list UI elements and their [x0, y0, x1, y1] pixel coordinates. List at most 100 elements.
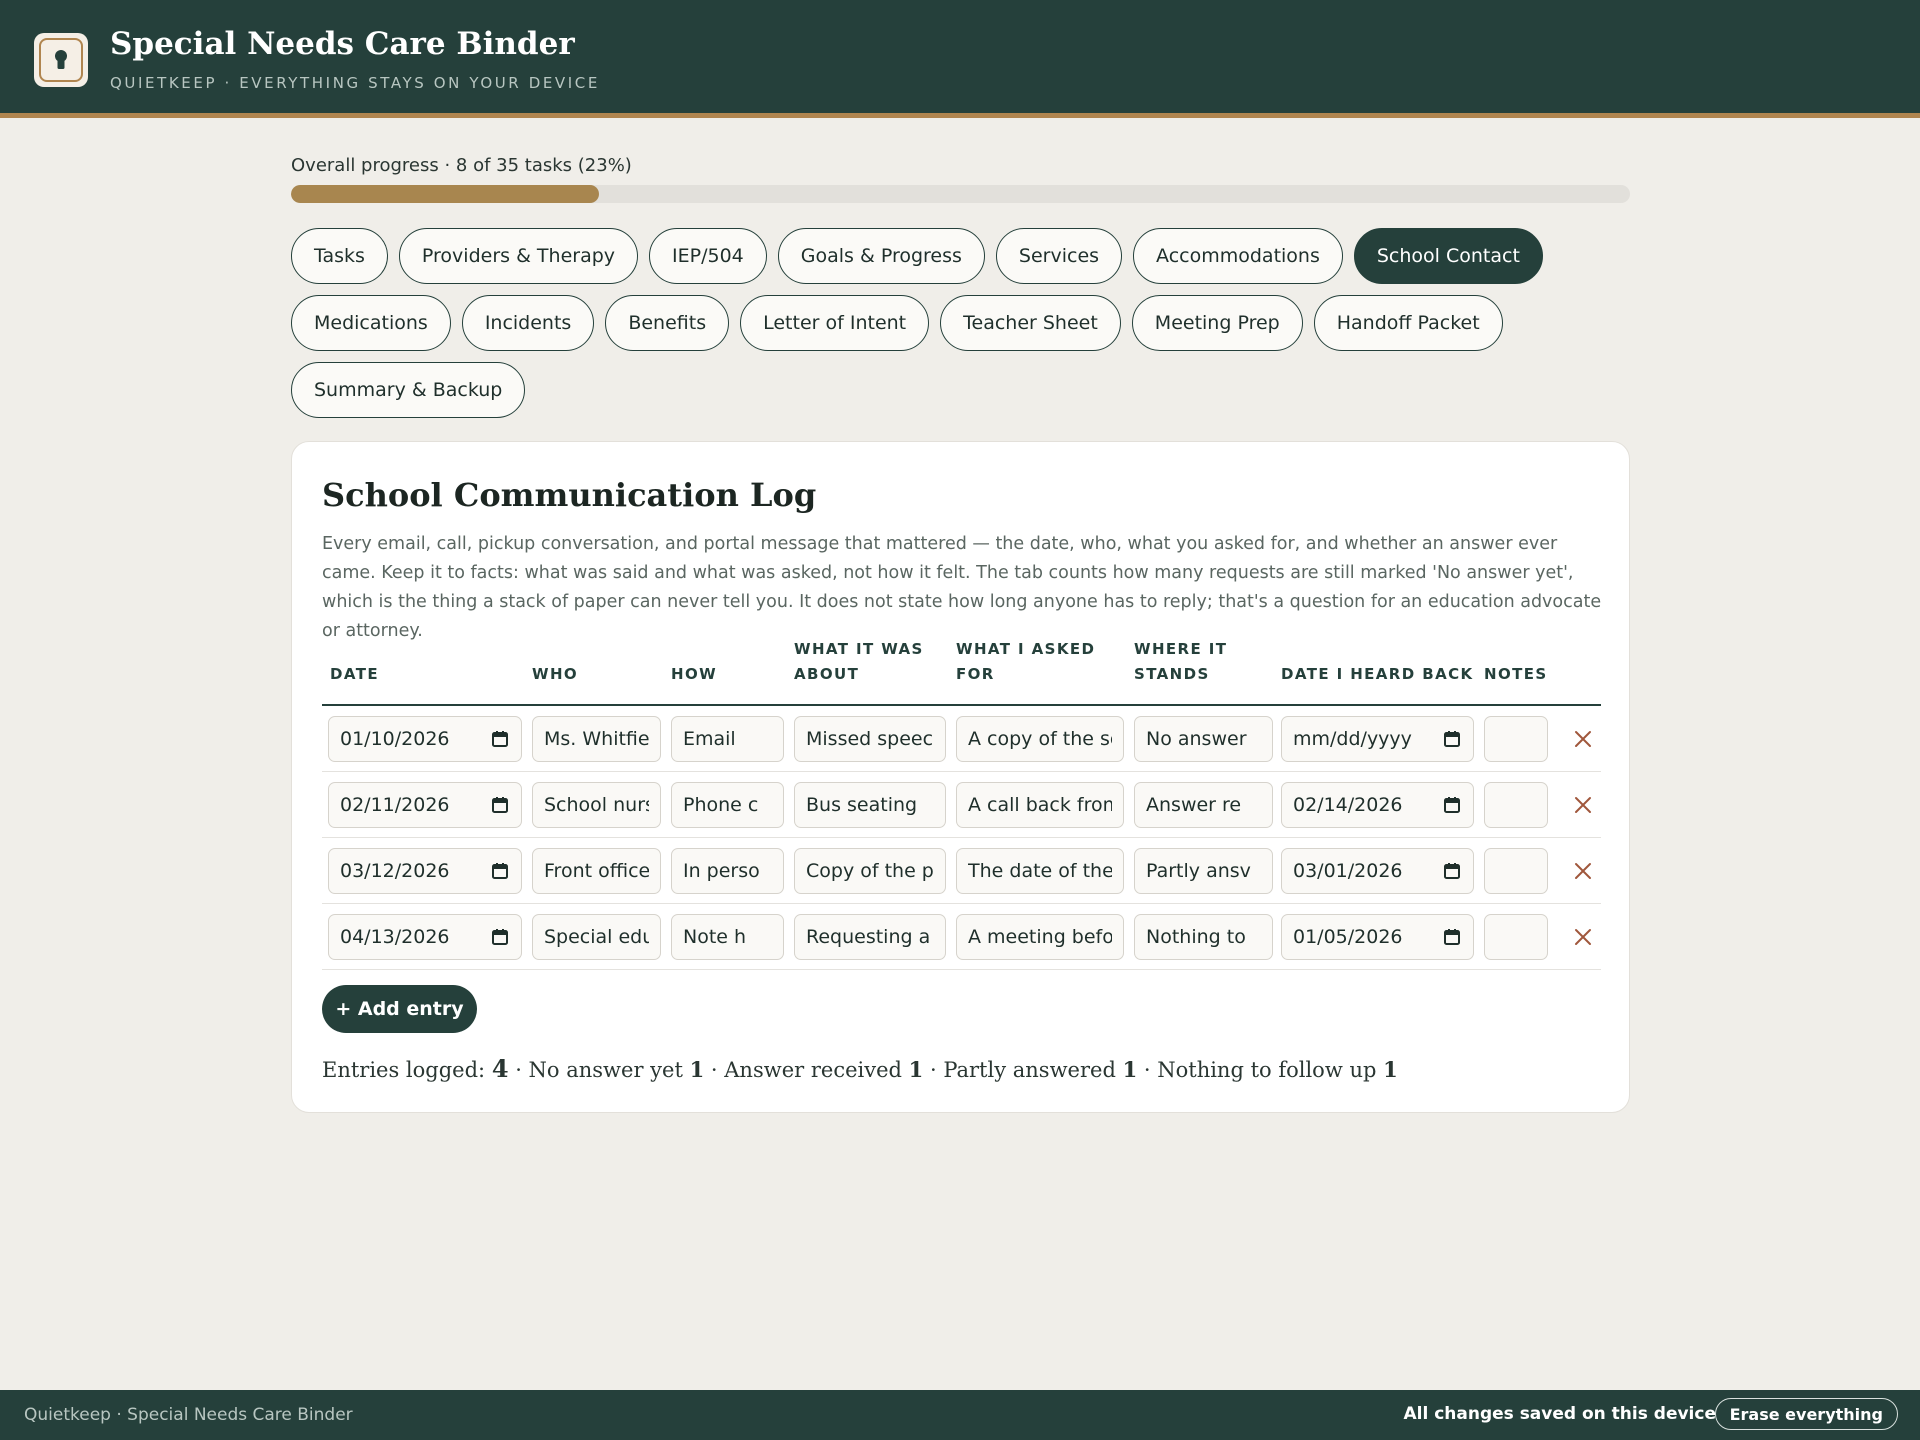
who-input[interactable]: Front office [532, 848, 661, 894]
tab-incidents[interactable]: Incidents [461, 295, 595, 351]
log-summary: Entries logged: 4 · No answer yet 1 · An… [322, 1054, 1398, 1083]
about-input-value: Copy of the pro [806, 860, 934, 882]
heard-back-date-input[interactable]: 02/14/2026 [1281, 782, 1474, 828]
tab-summary-backup[interactable]: Summary & Backup [291, 362, 526, 418]
notes-input[interactable] [1484, 782, 1548, 828]
nothing-label: Nothing to follow up [1157, 1058, 1377, 1082]
tab-letter-of-intent[interactable]: Letter of Intent [740, 295, 930, 351]
add-entry-button[interactable]: + Add entry [322, 985, 477, 1033]
who-input[interactable]: Special educ [532, 914, 661, 960]
section-tabs: Tasks Providers & Therapy IEP/504 Goals & P… [291, 228, 1651, 418]
notes-input[interactable] [1484, 716, 1548, 762]
how-input[interactable]: Email [671, 716, 784, 762]
column-who: WHO [532, 665, 579, 683]
save-status: All changes saved on this device [1403, 1404, 1716, 1424]
column-about: WHAT IT WAS ABOUT [794, 640, 924, 683]
column-date: DATE [330, 665, 379, 683]
asked-input-value: A copy of the ser [968, 728, 1112, 750]
status-select-value: Answer re [1146, 794, 1242, 816]
how-input[interactable]: Phone c [671, 782, 784, 828]
entries-count: 4 [491, 1054, 509, 1083]
status-select[interactable]: Nothing to [1134, 914, 1273, 960]
date-input[interactable]: 02/11/2026 [328, 782, 522, 828]
delete-row-close-icon[interactable] [1572, 794, 1594, 816]
asked-input[interactable]: A copy of the ser [956, 716, 1124, 762]
date-input[interactable]: 01/10/2026 [328, 716, 522, 762]
erase-everything-button[interactable]: Erase everything [1714, 1398, 1898, 1430]
calendar-icon[interactable] [491, 862, 509, 880]
tab-medications[interactable]: Medications [291, 295, 451, 351]
asked-input[interactable]: A meeting before [956, 914, 1124, 960]
status-select[interactable]: Answer re [1134, 782, 1273, 828]
no-answer-count: 1 [689, 1057, 705, 1082]
tab-tasks[interactable]: Tasks [291, 228, 388, 284]
no-answer-label: No answer yet [528, 1058, 683, 1082]
keyhole-logo-icon [34, 33, 88, 87]
asked-input-value: A meeting before [968, 926, 1112, 948]
status-select[interactable]: Partly ansv [1134, 848, 1273, 894]
about-input[interactable]: Missed speech [794, 716, 946, 762]
notes-input[interactable] [1484, 848, 1548, 894]
asked-input-value: The date of the r [968, 860, 1112, 882]
how-input[interactable]: Note h [671, 914, 784, 960]
tab-meeting-prep[interactable]: Meeting Prep [1131, 295, 1303, 351]
tab-iep-504[interactable]: IEP/504 [649, 228, 767, 284]
tab-handoff-packet[interactable]: Handoff Packet [1313, 295, 1503, 351]
who-input-value: School nurse [544, 794, 649, 816]
asked-input-value: A call back from [968, 794, 1112, 816]
date-input[interactable]: 04/13/2026 [328, 914, 522, 960]
calendar-icon[interactable] [1443, 928, 1461, 946]
who-input[interactable]: Ms. Whitfield [532, 716, 661, 762]
status-select[interactable]: No answer [1134, 716, 1273, 762]
progress-label: Overall progress · 8 of 35 tasks (23%) [291, 155, 632, 176]
delete-row-close-icon[interactable] [1572, 728, 1594, 750]
calendar-icon[interactable] [1443, 862, 1461, 880]
column-asked: WHAT I ASKED FOR [956, 640, 1096, 683]
delete-row-close-icon[interactable] [1572, 926, 1594, 948]
notes-input[interactable] [1484, 914, 1548, 960]
tab-services[interactable]: Services [995, 228, 1123, 284]
page-description: Every email, call, pickup conversation, … [322, 534, 1602, 641]
footer-app-name: Quietkeep · Special Needs Care Binder [24, 1405, 353, 1425]
date-input-value: 04/13/2026 [340, 926, 450, 948]
delete-row-close-icon[interactable] [1572, 860, 1594, 882]
tab-providers-therapy[interactable]: Providers & Therapy [398, 228, 639, 284]
table-header: DATE WHO HOW WHAT IT WAS ABOUT WHAT I AS… [322, 640, 1601, 706]
about-input[interactable]: Bus seating [794, 782, 946, 828]
calendar-icon[interactable] [1443, 730, 1461, 748]
calendar-icon[interactable] [491, 928, 509, 946]
date-input-value: 03/12/2026 [340, 860, 450, 882]
who-input-value: Front office [544, 860, 649, 882]
about-input-value: Missed speech [806, 728, 934, 750]
heard-back-date-input[interactable]: 01/05/2026 [1281, 914, 1474, 960]
tab-school-contact[interactable]: School Contact [1353, 228, 1543, 284]
calendar-icon[interactable] [491, 730, 509, 748]
table-row: 02/11/2026 School nurse Phone c Bus seating… [322, 772, 1601, 838]
who-input[interactable]: School nurse [532, 782, 661, 828]
who-input-value: Ms. Whitfield [544, 728, 649, 750]
tab-accommodations[interactable]: Accommodations [1133, 228, 1343, 284]
heard-back-date-input-value: mm/dd/yyyy [1293, 728, 1412, 750]
how-input-value: Email [683, 728, 736, 750]
nothing-count: 1 [1383, 1057, 1398, 1082]
calendar-icon[interactable] [491, 796, 509, 814]
date-input[interactable]: 03/12/2026 [328, 848, 522, 894]
page-title: School Communication Log [322, 476, 817, 514]
tab-teacher-sheet[interactable]: Teacher Sheet [940, 295, 1121, 351]
heard-back-date-input[interactable]: mm/dd/yyyy [1281, 716, 1474, 762]
calendar-icon[interactable] [1443, 796, 1461, 814]
about-input[interactable]: Requesting a c [794, 914, 946, 960]
asked-input[interactable]: The date of the r [956, 848, 1124, 894]
tab-benefits[interactable]: Benefits [605, 295, 730, 351]
partly-count: 1 [1122, 1057, 1138, 1082]
heard-back-date-input-value: 03/01/2026 [1293, 860, 1403, 882]
tab-goals-progress[interactable]: Goals & Progress [777, 228, 985, 284]
about-input-value: Requesting a c [806, 926, 934, 948]
about-input[interactable]: Copy of the pro [794, 848, 946, 894]
table-row: 03/12/2026 Front office In perso Copy of th… [322, 838, 1601, 904]
heard-back-date-input[interactable]: 03/01/2026 [1281, 848, 1474, 894]
who-input-value: Special educ [544, 926, 649, 948]
how-input[interactable]: In perso [671, 848, 784, 894]
asked-input[interactable]: A call back from [956, 782, 1124, 828]
table-row: 01/10/2026 Ms. Whitfield Email Missed speec… [322, 706, 1601, 772]
